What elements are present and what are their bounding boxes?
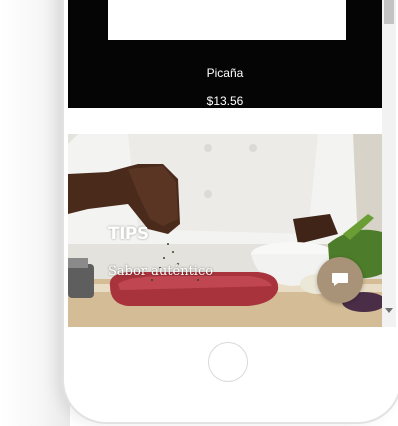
scrollbar[interactable] bbox=[382, 0, 396, 327]
scrollbar-thumb[interactable] bbox=[384, 0, 394, 24]
arrow-down-icon[interactable] bbox=[385, 308, 393, 313]
background-shadow bbox=[0, 0, 70, 426]
tips-subtitle: Sabor auténtico bbox=[108, 264, 214, 279]
home-button[interactable] bbox=[208, 342, 248, 382]
product-image[interactable] bbox=[108, 0, 346, 40]
product-name: Picaña bbox=[206, 66, 244, 80]
product-price: $13.56 bbox=[206, 94, 244, 108]
chat-bubble-icon bbox=[332, 273, 348, 286]
phone-frame: Picaña $13.56 TIPS Sabor auténtico bbox=[62, 0, 398, 424]
chat-button[interactable] bbox=[317, 257, 363, 303]
tips-title: TIPS bbox=[108, 224, 149, 244]
product-card[interactable]: Picaña $13.56 bbox=[68, 0, 382, 108]
